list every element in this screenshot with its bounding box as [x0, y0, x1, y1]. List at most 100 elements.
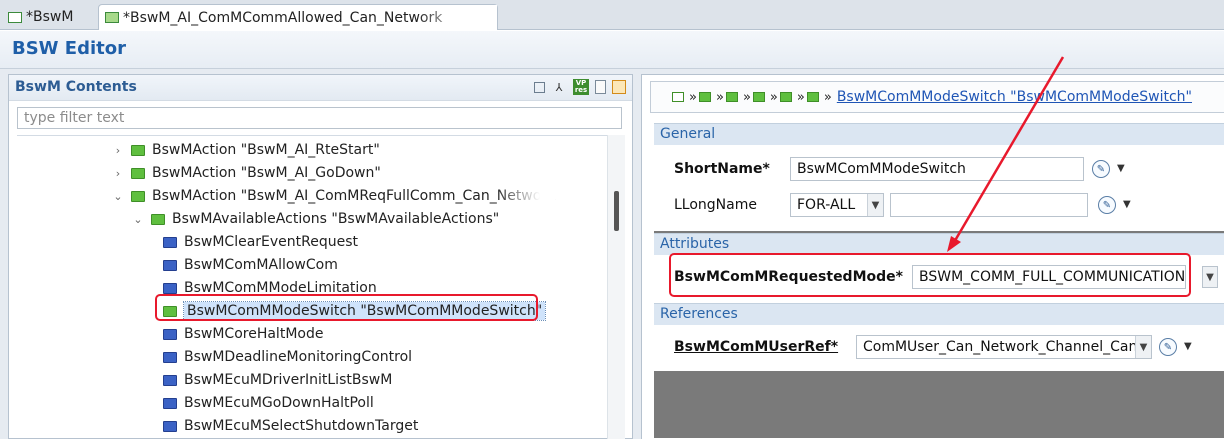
longname-label: LLongName	[674, 197, 757, 213]
folder-icon	[163, 282, 177, 294]
breadcrumb-separator-icon: »	[796, 89, 805, 105]
panel-toolbar: ⅄ VP res	[534, 79, 626, 95]
breadcrumb-separator-icon: »	[823, 89, 832, 105]
chevron-down-icon[interactable]: ▼	[1202, 266, 1218, 288]
tree-item-label: BswMCoreHaltMode	[184, 326, 324, 342]
tree-item[interactable]: BswMDeadlineMonitoringControl	[163, 346, 412, 368]
tree-item-label: BswMAction "BswM_AI_RteStart"	[152, 142, 380, 158]
scrollbar-thumb[interactable]	[614, 191, 619, 231]
section-references-body: BswMComMUserRef* ComMUser_Can_Network_Ch…	[654, 325, 1224, 371]
section-general-header[interactable]: General	[654, 123, 1224, 145]
tree-item-label: BswMAvailableActions "BswMAvailableActio…	[172, 211, 500, 227]
longname-language-value: FOR-ALL	[797, 197, 856, 213]
page-title: BSW Editor	[12, 38, 127, 59]
folder-icon	[131, 190, 145, 202]
tree-item[interactable]: ⌄ BswMAction "BswM_AI_ComMReqFullComm_Can…	[111, 185, 556, 207]
tree-item-label: BswMAction "BswM_AI_GoDown"	[152, 165, 381, 181]
tree-item[interactable]: BswMEcuMSelectShutdownTarget	[163, 415, 418, 437]
breadcrumb-separator-icon: »	[715, 89, 724, 105]
breadcrumb-folder-icon[interactable]	[752, 92, 765, 102]
folder-icon	[131, 167, 145, 179]
userref-value: ComMUser_Can_Network_Channel_Can_N	[863, 339, 1152, 355]
tab-bswm[interactable]: *BswM	[2, 4, 92, 30]
folder-icon	[163, 397, 177, 409]
requested-mode-highlight	[669, 253, 1191, 297]
tree-item[interactable]: BswMEcuMDriverInitListBswM	[163, 369, 392, 391]
folder-icon	[163, 351, 177, 363]
folder-icon	[131, 144, 145, 156]
tree-item-label: BswMClearEventRequest	[184, 234, 359, 250]
breadcrumb: » » » » » » BswMComMModeSwitch "BswMComMModeSw…	[650, 81, 1224, 113]
section-title: General	[660, 126, 716, 142]
tree-item-label: BswMDeadlineMonitoringControl	[184, 349, 413, 365]
editor-header: BSW Editor	[0, 31, 1224, 69]
chevron-down-icon[interactable]: ▼	[1135, 336, 1151, 358]
userref-edit-icon[interactable]: ✎	[1159, 338, 1177, 356]
shortname-menu-icon[interactable]: ▼	[1117, 163, 1125, 174]
section-general-body: ShortName* BswMComMModeSwitch ✎ ▼ LLongN…	[654, 145, 1224, 231]
longname-field[interactable]	[890, 193, 1088, 217]
tab-label: *BswM	[26, 9, 74, 25]
shortname-field[interactable]: BswMComMModeSwitch	[790, 157, 1084, 181]
vp-res-icon[interactable]: VP res	[573, 79, 589, 95]
section-attributes-header[interactable]: Attributes	[654, 233, 1224, 255]
chevron-down-icon[interactable]: ⌄	[111, 190, 125, 203]
userref-menu-icon[interactable]: ▼	[1184, 341, 1192, 352]
breadcrumb-separator-icon: »	[742, 89, 751, 105]
breadcrumb-current-link[interactable]: BswMComMModeSwitch "BswMComMModeSwitch"	[837, 89, 1192, 105]
tree-item-label: BswMComMAllowCom	[184, 257, 338, 273]
tree-item-label: BswMEcuMSelectShutdownTarget	[184, 418, 419, 434]
section-title: References	[660, 306, 738, 322]
tree-item[interactable]: › BswMAction "BswM_AI_GoDown"	[111, 162, 381, 184]
shortname-label: ShortName*	[674, 161, 770, 177]
breadcrumb-folder-icon[interactable]	[698, 92, 711, 102]
tree-scrollbar[interactable]	[607, 135, 625, 439]
longname-language-select[interactable]: FOR-ALL ▼	[790, 193, 884, 217]
tree-item[interactable]: BswMEcuMGoDownHaltPoll	[163, 392, 374, 414]
document-icon[interactable]	[595, 80, 606, 94]
grid-icon[interactable]	[612, 80, 626, 94]
tree-item[interactable]: › BswMAction "BswM_AI_RteStart"	[111, 139, 380, 161]
chevron-right-icon[interactable]: ›	[111, 167, 125, 180]
tree-item[interactable]: BswMComMAllowCom	[163, 254, 338, 276]
userref-link[interactable]: BswMComMUserRef*	[674, 339, 838, 355]
folder-icon	[163, 236, 177, 248]
folder-icon	[105, 12, 119, 23]
tree-item[interactable]: BswMCoreHaltMode	[163, 323, 323, 345]
chevron-down-icon[interactable]: ▼	[867, 194, 883, 216]
tab-label-fade	[417, 5, 497, 29]
breadcrumb-folder-icon[interactable]	[779, 92, 792, 102]
filter-field[interactable]	[17, 107, 622, 129]
chevron-right-icon[interactable]: ›	[111, 144, 125, 157]
collapse-all-icon[interactable]	[534, 81, 545, 93]
editor-tab-bar: *BswM *BswM_AI_ComMCommAllowed_Can_Netwo…	[0, 0, 1224, 30]
filter-input[interactable]	[18, 108, 621, 128]
breadcrumb-separator-icon: »	[689, 89, 697, 105]
tab-bswm-ai-commcommallowed[interactable]: *BswM_AI_ComMCommAllowed_Can_Network	[98, 4, 498, 30]
folder-icon	[163, 328, 177, 340]
shortname-edit-icon[interactable]: ✎	[1092, 160, 1110, 178]
tree-item[interactable]: ⌄ BswMAvailableActions "BswMAvailableActi…	[131, 208, 499, 230]
longname-menu-icon[interactable]: ▼	[1123, 199, 1131, 210]
panel-header: BswM Contents ⅄ VP res	[9, 75, 632, 101]
breadcrumb-folder-icon[interactable]	[672, 92, 684, 102]
folder-icon	[151, 213, 165, 225]
longname-edit-icon[interactable]: ✎	[1098, 196, 1116, 214]
bswm-contents-panel: BswM Contents ⅄ VPres › BswMAction "BswM_…	[8, 74, 633, 439]
breadcrumb-folder-icon[interactable]	[725, 92, 738, 102]
tree-item[interactable]: BswMClearEventRequest	[163, 231, 358, 253]
section-references-header[interactable]: References	[654, 303, 1224, 325]
chevron-down-icon[interactable]: ⌄	[131, 213, 145, 226]
tree-item-label: BswMEcuMGoDownHaltPoll	[184, 395, 374, 411]
label-fade	[495, 185, 556, 207]
selected-item-highlight	[155, 294, 538, 321]
userref-select[interactable]: ComMUser_Can_Network_Channel_Can_N ▼	[856, 335, 1152, 359]
shortname-value: BswMComMModeSwitch	[797, 161, 966, 177]
breadcrumb-folder-icon[interactable]	[806, 92, 819, 102]
section-title: Attributes	[660, 236, 730, 252]
contents-tree: › BswMAction "BswM_AI_RteStart" › BswMActio…	[17, 135, 607, 439]
folder-icon	[163, 420, 177, 432]
tab-label: *BswM_AI_ComMCommAllowed_Can_Network	[123, 9, 443, 26]
hierarchy-icon[interactable]: ⅄	[551, 79, 567, 95]
module-icon	[8, 11, 22, 23]
